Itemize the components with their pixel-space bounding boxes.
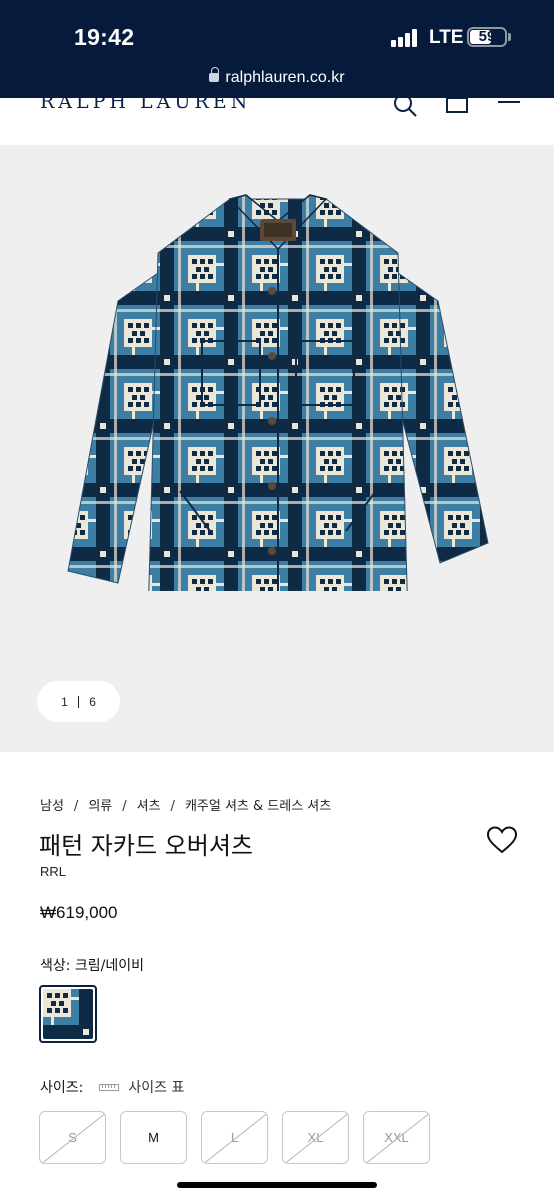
heart-icon[interactable] [487,826,517,854]
breadcrumb-item[interactable]: 의류 [88,799,112,814]
lock-icon [209,67,220,82]
battery-level: 59 [478,28,496,45]
breadcrumb-separator: / [73,799,79,814]
breadcrumb-separator: / [170,799,175,814]
menu-icon[interactable] [496,98,522,118]
product-gallery[interactable]: 1 6 [0,145,554,752]
battery-icon: 59 [467,27,507,47]
breadcrumb: 남성 / 의류 / 셔츠 / 캐주얼 셔츠 & 드레스 셔츠 [40,795,331,814]
site-header: RALPH LAUREN [0,98,554,144]
ruler-icon [99,1083,120,1091]
unavailable-slash-icon [365,1112,429,1163]
pager-total: 6 [89,694,96,709]
ralph-lauren-logo[interactable]: RALPH LAUREN [40,98,251,113]
size-option-l[interactable]: L [201,1111,268,1164]
unavailable-slash-icon [203,1112,267,1163]
home-indicator[interactable] [177,1182,377,1188]
product-image[interactable] [60,191,496,591]
size-label: 사이즈: [40,1080,84,1096]
color-swatch-cream-navy[interactable] [39,985,97,1043]
size-option-m[interactable]: M [120,1111,187,1164]
size-option-xxl[interactable]: XXL [363,1111,430,1164]
size-row: 사이즈: 사이즈 표 [40,1077,184,1097]
unavailable-slash-icon [284,1112,348,1163]
breadcrumb-item[interactable]: 남성 [40,799,64,814]
battery-cap [508,33,511,41]
url-text: ralphlauren.co.kr [225,69,345,86]
network-label: LTE [429,27,464,48]
signal-icon [391,29,419,47]
breadcrumb-item[interactable]: 셔츠 [137,799,161,814]
size-option-label: M [148,1130,159,1145]
swatch-image [43,989,93,1039]
search-icon[interactable] [392,98,418,118]
product-title: 패턴 자카드 오버셔츠 [39,832,253,860]
image-pager: 1 6 [37,681,120,722]
breadcrumb-separator: / [122,799,127,814]
pager-divider [77,695,80,708]
size-option-xl[interactable]: XL [282,1111,349,1164]
product-price: ₩619,000 [40,903,118,922]
status-bar: 19:42 LTE 59 ralphlauren.co.kr [0,0,554,98]
breadcrumb-item[interactable]: 캐주얼 셔츠 & 드레스 셔츠 [185,799,331,814]
size-chart-link[interactable]: 사이즈 표 [128,1077,184,1097]
product-brand: RRL [40,864,67,879]
color-label: 색상: 크림/네이비 [40,958,145,974]
address-bar[interactable]: ralphlauren.co.kr [0,67,554,87]
bag-icon[interactable] [444,98,470,118]
size-options: S M L XL XXL [39,1111,430,1164]
status-time: 19:42 [74,24,135,50]
size-option-s[interactable]: S [39,1111,106,1164]
unavailable-slash-icon [41,1112,105,1163]
pager-current: 1 [61,694,68,709]
